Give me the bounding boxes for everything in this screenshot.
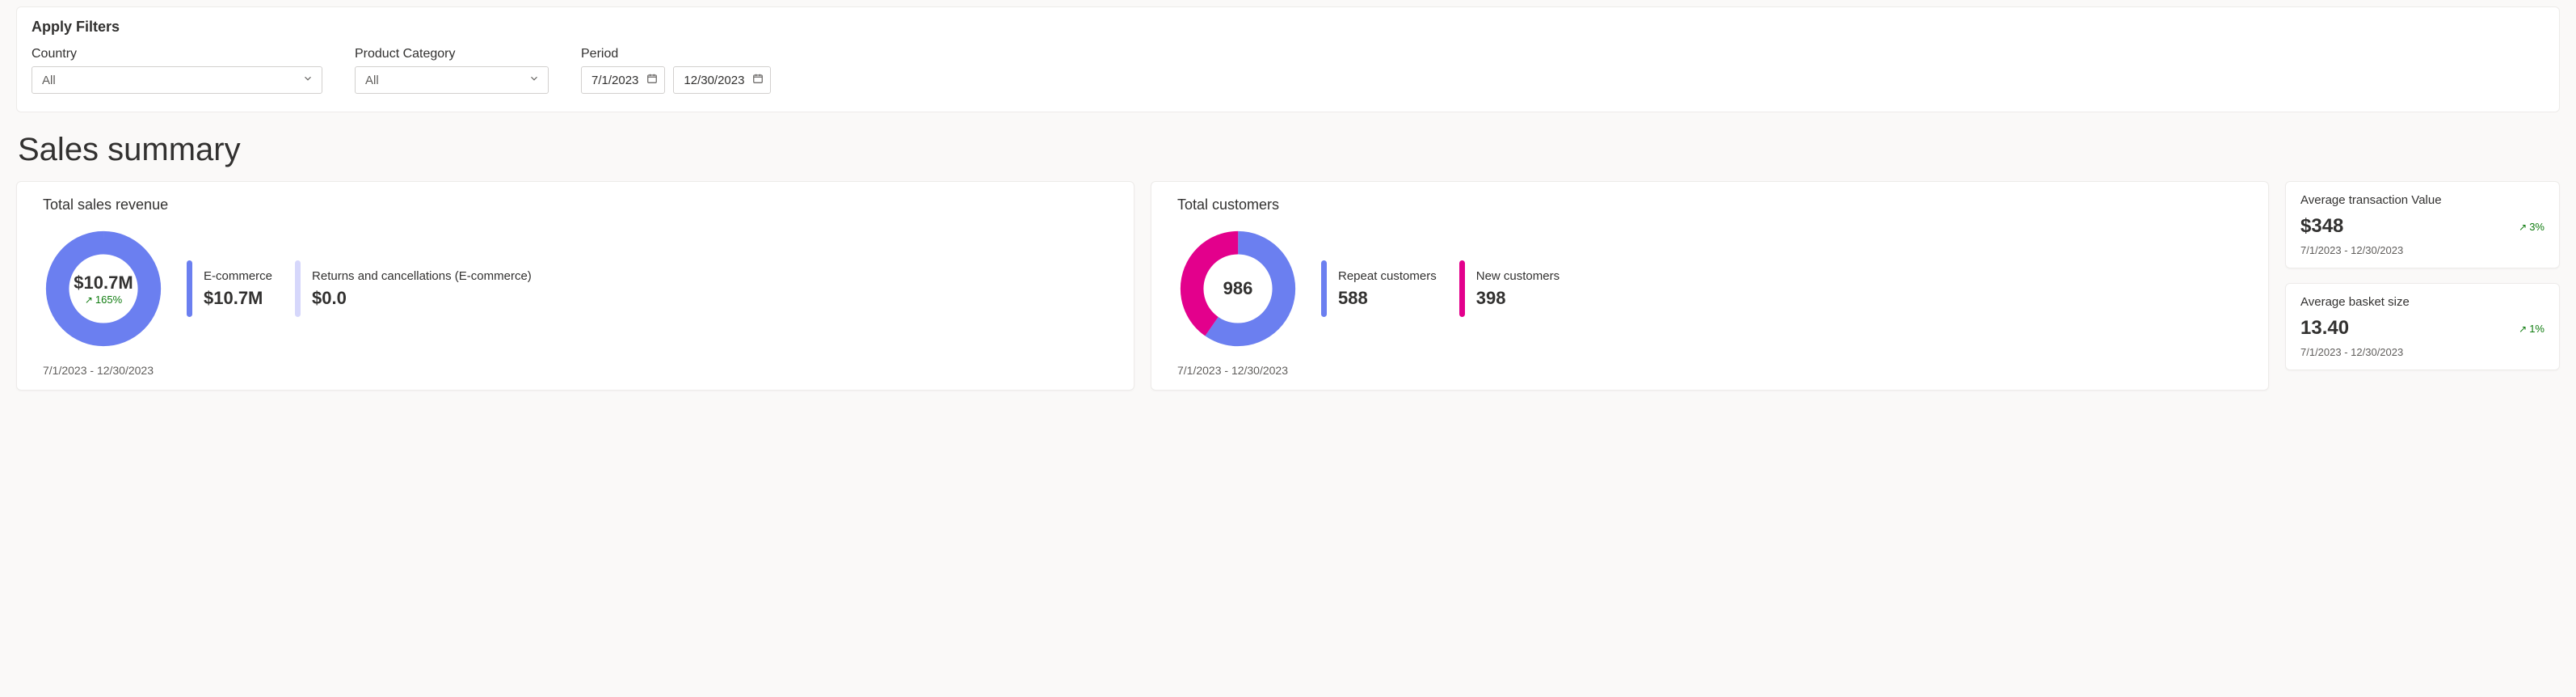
card-total-customers: Total customers 986 Repeat customers 588…: [1151, 181, 2269, 391]
chevron-down-icon: [302, 73, 314, 87]
metric-value: $10.7M: [204, 288, 272, 309]
metric-value: 398: [1476, 288, 1559, 309]
card-avg-basket-size: Average basket size 13.40 1% 7/1/2023 - …: [2285, 283, 2560, 370]
metric-delta: 3%: [2519, 221, 2544, 233]
customers-donut-chart: 986: [1177, 228, 1299, 349]
category-select[interactable]: All: [355, 66, 549, 94]
metric-new-customers: New customers 398: [1459, 260, 1559, 317]
filters-panel: Apply Filters Country All Product Catego…: [16, 6, 2560, 112]
metric-ecommerce: E-commerce $10.7M: [187, 260, 272, 317]
metric-label: Returns and cancellations (E-commerce): [312, 269, 532, 283]
metric-value: $0.0: [312, 288, 532, 309]
arrow-up-icon: [85, 294, 93, 306]
bar-indicator-icon: [187, 260, 192, 317]
calendar-icon: [646, 73, 658, 87]
metric-label: E-commerce: [204, 269, 272, 283]
calendar-icon: [752, 73, 764, 87]
country-select-value: All: [42, 74, 56, 87]
metric-value: 588: [1338, 288, 1437, 309]
metric-value: $348: [2300, 215, 2343, 238]
card-total-sales-revenue: Total sales revenue $10.7M 165% E-commer…: [16, 181, 1134, 391]
card-avg-transaction-value: Average transaction Value $348 3% 7/1/20…: [2285, 181, 2560, 268]
period-start-value: 7/1/2023: [591, 74, 638, 87]
filters-row: Country All Product Category All Period: [32, 47, 2544, 94]
small-cards-column: Average transaction Value $348 3% 7/1/20…: [2285, 181, 2560, 391]
filter-country-label: Country: [32, 47, 322, 61]
metric-repeat-customers: Repeat customers 588: [1321, 260, 1437, 317]
arrow-up-icon: [2519, 221, 2527, 233]
bar-indicator-icon: [295, 260, 301, 317]
country-select[interactable]: All: [32, 66, 322, 94]
metric-delta: 1%: [2519, 323, 2544, 335]
customers-donut-value: 986: [1223, 278, 1253, 299]
revenue-donut-chart: $10.7M 165%: [43, 228, 164, 349]
metric-label: New customers: [1476, 269, 1559, 283]
filter-category: Product Category All: [355, 47, 549, 94]
page-title: Sales summary: [18, 132, 2560, 168]
card-title: Total customers: [1177, 196, 2250, 213]
card-title: Total sales revenue: [43, 196, 1116, 213]
period-start-input[interactable]: 7/1/2023: [581, 66, 665, 94]
filter-period: Period 7/1/2023 12/30/2023: [581, 47, 771, 94]
card-date-range: 7/1/2023 - 12/30/2023: [2300, 244, 2544, 256]
summary-cards-row: Total sales revenue $10.7M 165% E-commer…: [16, 181, 2560, 391]
filter-period-label: Period: [581, 47, 771, 61]
metric-returns: Returns and cancellations (E-commerce) $…: [295, 260, 532, 317]
revenue-donut-value: $10.7M: [74, 272, 133, 294]
filter-country: Country All: [32, 47, 322, 94]
filter-category-label: Product Category: [355, 47, 549, 61]
chevron-down-icon: [528, 73, 540, 87]
period-end-value: 12/30/2023: [684, 74, 744, 87]
metric-label: Repeat customers: [1338, 269, 1437, 283]
card-date-range: 7/1/2023 - 12/30/2023: [43, 364, 1116, 377]
metric-value: 13.40: [2300, 317, 2349, 340]
arrow-up-icon: [2519, 323, 2527, 335]
bar-indicator-icon: [1321, 260, 1327, 317]
card-title: Average transaction Value: [2300, 193, 2544, 207]
period-end-input[interactable]: 12/30/2023: [673, 66, 771, 94]
bar-indicator-icon: [1459, 260, 1465, 317]
card-date-range: 7/1/2023 - 12/30/2023: [2300, 346, 2544, 358]
card-date-range: 7/1/2023 - 12/30/2023: [1177, 364, 2250, 377]
card-title: Average basket size: [2300, 295, 2544, 309]
filters-title: Apply Filters: [32, 19, 2544, 36]
category-select-value: All: [365, 74, 379, 87]
revenue-delta: 165%: [85, 294, 122, 306]
